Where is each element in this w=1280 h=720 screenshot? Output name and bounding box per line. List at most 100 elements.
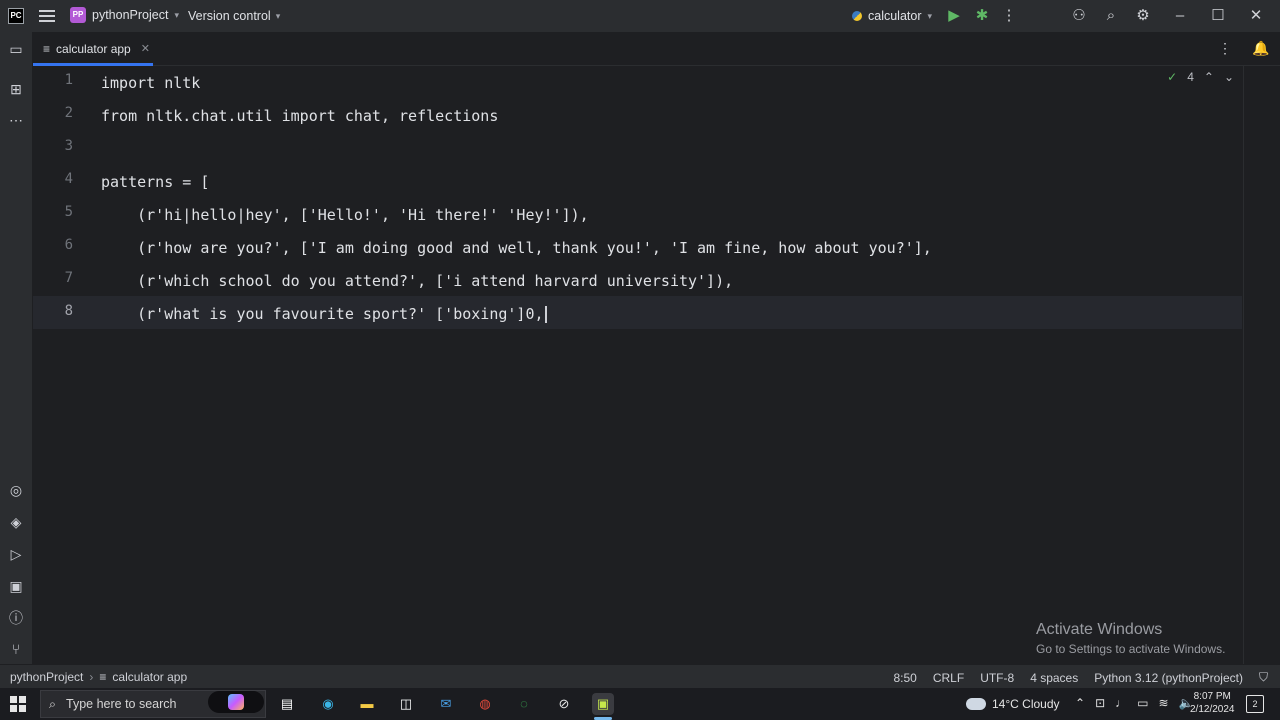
close-icon[interactable]: ✕ bbox=[1246, 6, 1266, 26]
code-line: import nltk bbox=[101, 74, 201, 92]
chevron-up-icon[interactable]: ⌃ bbox=[1204, 70, 1214, 84]
device-icon[interactable]: ⊡ bbox=[1095, 696, 1105, 710]
minimize-icon[interactable]: – bbox=[1170, 6, 1190, 26]
status-bar: pythonProject › ≡ calculator app 8:50 CR… bbox=[0, 665, 1280, 688]
code-line: patterns = [ bbox=[101, 173, 210, 191]
clock-date: 2/12/2024 bbox=[1190, 704, 1235, 715]
editor-scrollbar[interactable] bbox=[1243, 66, 1280, 664]
copilot-icon[interactable] bbox=[208, 691, 264, 713]
problems-icon[interactable]: ⓘ bbox=[6, 608, 26, 628]
microphone-icon[interactable]: ♩ bbox=[1115, 696, 1127, 710]
breadcrumb: pythonProject › ≡ calculator app bbox=[10, 670, 187, 684]
chevron-down-icon[interactable]: ⌄ bbox=[1224, 70, 1234, 84]
line-number: 7 bbox=[64, 270, 73, 286]
notification-count: 2 bbox=[1252, 699, 1258, 709]
task-view-icon[interactable]: ▤ bbox=[276, 693, 298, 715]
check-icon: ✓ bbox=[1167, 70, 1178, 84]
chevron-down-icon: ▾ bbox=[174, 9, 179, 20]
version-control-menu[interactable]: Version control ▾ bbox=[188, 9, 280, 23]
line-number-gutter: 1 2 3 4 5 6 7 8 bbox=[33, 66, 99, 664]
search-icon: ⌕ bbox=[49, 696, 57, 711]
file-encoding[interactable]: UTF-8 bbox=[980, 671, 1014, 685]
system-clock[interactable]: 8:07 PM 2/12/2024 bbox=[1190, 690, 1235, 716]
code-line: (r'hi|hello|hey', ['Hello!', 'Hi there!'… bbox=[101, 206, 589, 224]
file-explorer-icon[interactable]: ▬ bbox=[356, 693, 378, 715]
tab-calculator-app[interactable]: ≡ calculator app ✕ bbox=[33, 32, 160, 66]
file-breadcrumb[interactable]: calculator app bbox=[112, 670, 187, 684]
maximize-icon[interactable]: ☐ bbox=[1208, 6, 1228, 26]
line-number: 1 bbox=[64, 72, 73, 88]
caret-position[interactable]: 8:50 bbox=[893, 671, 916, 685]
more-tools-icon[interactable]: ⋯ bbox=[6, 110, 26, 130]
editor-tab-bar: ≡ calculator app ✕ ⋮ bbox=[33, 32, 1280, 66]
code-editor[interactable]: ✓ 4 ⌃ ⌄ 1 2 3 4 5 6 7 8 import nltk from… bbox=[33, 66, 1242, 664]
run-config-selector[interactable]: calculator ▾ bbox=[852, 9, 932, 23]
search-icon[interactable]: ⌕ bbox=[1101, 6, 1121, 26]
pycharm-logo-icon: PC bbox=[8, 8, 24, 24]
watermark-title: Activate Windows bbox=[1036, 621, 1163, 638]
code-line: (r'which school do you attend?', ['i att… bbox=[101, 272, 734, 290]
clock-time: 8:07 PM bbox=[1193, 691, 1231, 702]
tab-options-icon[interactable]: ⋮ bbox=[1218, 40, 1232, 57]
git-icon[interactable]: ⑂ bbox=[6, 639, 26, 659]
text-caret bbox=[544, 306, 547, 323]
add-user-icon[interactable]: ⚇ bbox=[1069, 6, 1089, 26]
python-icon bbox=[852, 11, 862, 21]
services-icon[interactable]: ▷ bbox=[6, 544, 26, 564]
code-line: from nltk.chat.util import chat, reflect… bbox=[101, 107, 499, 125]
indent-setting[interactable]: 4 spaces bbox=[1030, 671, 1078, 685]
notifications-bell-icon[interactable]: 🔔 bbox=[1252, 40, 1269, 57]
windows-start-icon[interactable] bbox=[10, 696, 26, 712]
structure-icon[interactable]: ⊞ bbox=[6, 79, 26, 99]
line-number: 5 bbox=[64, 204, 73, 220]
line-number: 8 bbox=[64, 303, 73, 319]
inspection-count: 4 bbox=[1187, 70, 1194, 84]
layers-icon[interactable]: ◈ bbox=[6, 512, 26, 532]
file-lines-icon: ≡ bbox=[43, 41, 51, 56]
run-icon[interactable]: ▶ bbox=[944, 6, 964, 26]
folder-icon[interactable]: ▭ bbox=[6, 39, 26, 59]
wifi-icon[interactable]: ≋ bbox=[1158, 696, 1168, 710]
chevron-down-icon: ▾ bbox=[927, 10, 933, 21]
edge-browser-icon[interactable]: ◉ bbox=[317, 693, 339, 715]
main-menu-icon[interactable] bbox=[38, 7, 56, 25]
chevron-right-icon: › bbox=[89, 670, 94, 684]
windows-taskbar: ⌕ Type here to search ▤ ◉ ▬ ◫ ✉ ◍ ◌ ⊘ ▣ … bbox=[0, 688, 1280, 720]
chevron-down-icon: ▾ bbox=[275, 10, 281, 21]
line-number: 3 bbox=[64, 138, 73, 154]
app-ring-icon[interactable]: ◌ bbox=[513, 693, 535, 715]
line-number: 2 bbox=[64, 105, 73, 121]
chevron-up-icon[interactable]: ⌃ bbox=[1075, 696, 1085, 710]
activate-windows-watermark: Activate Windows Go to Settings to activ… bbox=[1036, 621, 1225, 656]
store-icon[interactable]: ◫ bbox=[395, 693, 417, 715]
project-name: pythonProject bbox=[92, 8, 169, 22]
mail-icon[interactable]: ✉ bbox=[435, 693, 457, 715]
lock-icon[interactable]: ⛉ bbox=[1259, 670, 1268, 685]
version-control-label: Version control bbox=[188, 9, 271, 23]
line-separator[interactable]: CRLF bbox=[933, 671, 964, 685]
battery-icon[interactable]: ▭ bbox=[1137, 696, 1148, 710]
left-tool-strip: ▭ ⊞ ⋯ ◎ ◈ ▷ ▣ ⓘ ⑂ bbox=[0, 32, 33, 664]
inspections-widget[interactable]: ✓ 4 ⌃ ⌄ bbox=[1167, 70, 1234, 84]
python-packages-icon[interactable]: ◎ bbox=[6, 480, 26, 500]
cloud-icon bbox=[966, 698, 986, 710]
title-bar: PC PP pythonProject ▾ Version control ▾ … bbox=[0, 0, 1280, 32]
pycharm-taskbar-icon[interactable]: ▣ bbox=[592, 693, 614, 715]
recorder-icon[interactable]: ⊘ bbox=[553, 693, 575, 715]
system-tray: ⌃ ⊡ ♩ ▭ ≋ 🔈 bbox=[1075, 696, 1193, 710]
settings-gear-icon[interactable]: ⚙ bbox=[1133, 6, 1153, 26]
notification-center-icon[interactable]: 2 bbox=[1246, 695, 1264, 713]
line-number: 6 bbox=[64, 237, 73, 253]
project-selector[interactable]: PP pythonProject ▾ bbox=[70, 7, 179, 23]
debug-icon[interactable]: ✱ bbox=[972, 6, 992, 26]
project-breadcrumb[interactable]: pythonProject bbox=[10, 670, 83, 684]
interpreter-selector[interactable]: Python 3.12 (pythonProject) bbox=[1094, 671, 1243, 685]
close-tab-icon[interactable]: ✕ bbox=[141, 42, 150, 55]
code-line: (r'how are you?', ['I am doing good and … bbox=[101, 239, 932, 257]
terminal-icon[interactable]: ▣ bbox=[6, 576, 26, 596]
more-actions-icon[interactable]: ⋮ bbox=[999, 6, 1019, 26]
code-line-current: (r'what is you favourite sport?' ['boxin… bbox=[101, 303, 547, 325]
chrome-icon[interactable]: ◍ bbox=[474, 693, 496, 715]
line-number: 4 bbox=[64, 171, 73, 187]
weather-widget[interactable]: 14°C Cloudy bbox=[966, 697, 1060, 711]
